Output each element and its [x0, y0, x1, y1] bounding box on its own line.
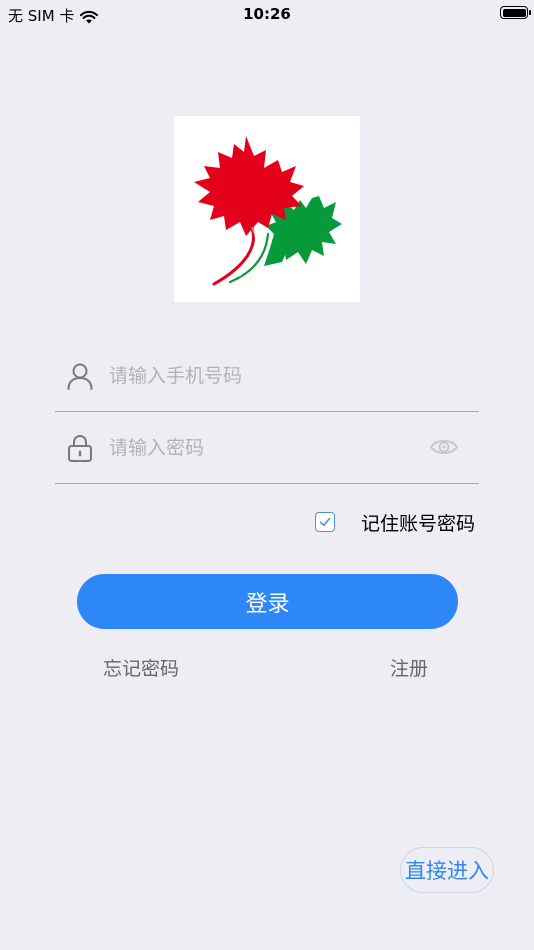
maple-leaf-icon — [194, 136, 342, 286]
eye-icon[interactable] — [429, 436, 459, 458]
register-link[interactable]: 注册 — [390, 654, 428, 681]
guest-entry-button[interactable]: 直接进入 — [400, 847, 494, 893]
password-field — [55, 412, 479, 484]
phone-input[interactable] — [109, 360, 409, 392]
status-time: 10:26 — [243, 5, 291, 23]
remember-checkbox[interactable] — [315, 512, 335, 532]
login-button[interactable]: 登录 — [77, 574, 458, 629]
status-bar: 无 SIM 卡 10:26 — [0, 0, 534, 28]
lock-icon — [68, 435, 92, 462]
password-input[interactable] — [109, 432, 409, 464]
forgot-password-link[interactable]: 忘记密码 — [103, 654, 179, 681]
checkmark-icon — [319, 517, 331, 527]
remember-credentials[interactable]: 记住账号密码 — [315, 508, 475, 536]
app-logo — [174, 116, 360, 302]
battery-icon — [500, 6, 531, 19]
phone-field — [55, 340, 479, 412]
user-icon — [67, 363, 93, 390]
remember-label: 记住账号密码 — [361, 512, 476, 535]
